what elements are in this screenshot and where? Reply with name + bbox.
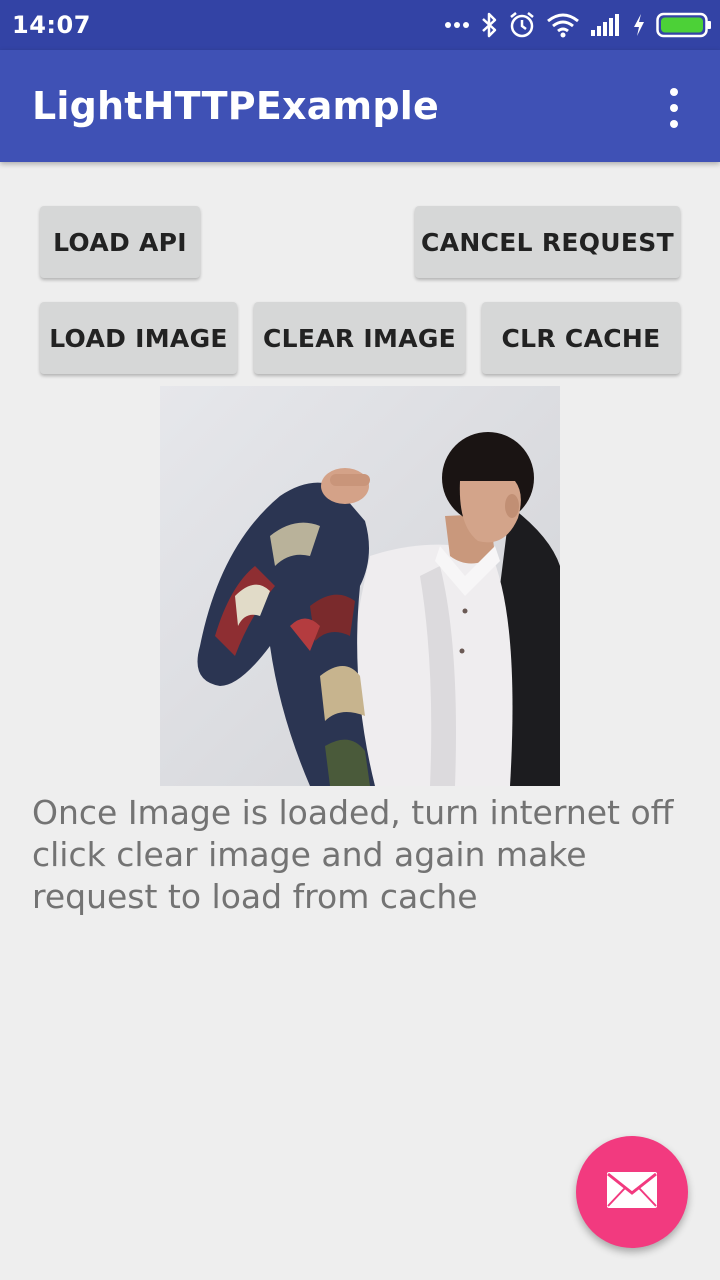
mail-icon [606,1171,658,1214]
status-icons [444,8,712,42]
load-image-button[interactable]: LOAD IMAGE [40,302,237,374]
bluetooth-icon [480,11,498,39]
battery-icon [656,12,712,38]
cancel-request-button[interactable]: CANCEL REQUEST [415,206,680,278]
more-dots-icon [444,20,470,30]
overflow-menu-icon[interactable] [658,88,690,128]
clear-image-button[interactable]: CLEAR IMAGE [254,302,465,374]
charging-icon [632,13,646,37]
alarm-icon [508,11,536,39]
load-api-button[interactable]: LOAD API [40,206,200,278]
info-text: Once Image is loaded, turn internet off … [32,793,674,916]
loaded-image [160,386,560,786]
app-bar: LightHTTPExample [0,50,720,162]
fab-mail-button[interactable] [576,1136,688,1248]
app-title: LightHTTPExample [32,84,439,128]
wifi-icon [546,12,580,38]
signal-icon [590,13,622,37]
status-bar: 14:07 [0,0,720,50]
status-time: 14:07 [12,11,91,39]
clr-cache-button[interactable]: CLR CACHE [482,302,680,374]
